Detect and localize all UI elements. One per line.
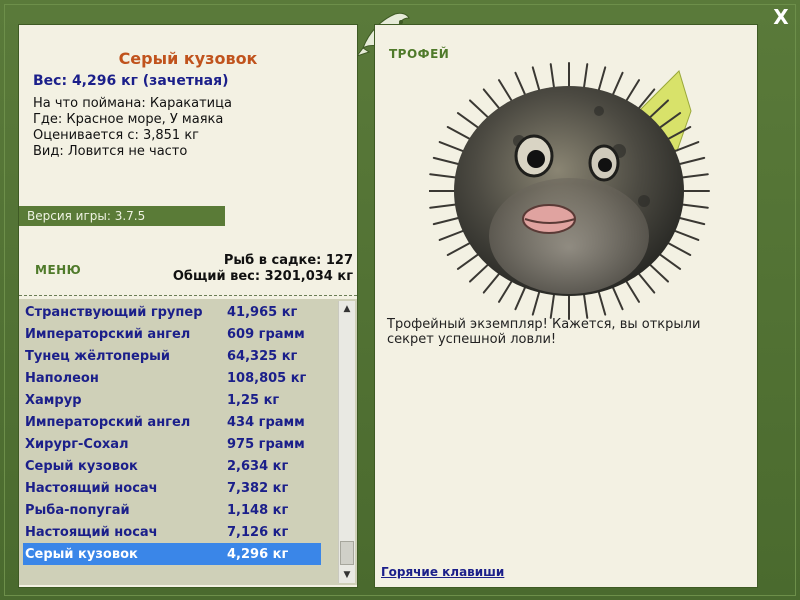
fish-valued-from: Оценивается с: 3,851 кг <box>33 128 200 143</box>
list-scrollbar[interactable]: ▲ ▼ <box>338 301 355 583</box>
close-button[interactable]: X <box>770 6 792 28</box>
divider <box>19 295 357 296</box>
catch-list-item[interactable]: Тунец жёлтоперый 64,325 кг <box>23 345 321 367</box>
catch-item-name: Рыба-попугай <box>25 502 130 518</box>
total-weight: Общий вес: 3201,034 кг <box>172 269 353 284</box>
catch-item-name: Императорский ангел <box>25 326 191 342</box>
menu-button[interactable]: МЕНЮ <box>35 263 81 277</box>
catch-list: Странствующий групер 41,965 кг Императорск… <box>23 301 321 565</box>
catch-list-item[interactable]: Императорский ангел 434 грамм <box>23 411 321 433</box>
catch-item-name: Наполеон <box>25 370 99 386</box>
catch-list-item[interactable]: Настоящий носач 7,382 кг <box>23 477 321 499</box>
catch-list-item[interactable]: Настоящий носач 7,126 кг <box>23 521 321 543</box>
fish-location: Где: Красное море, У маяка <box>33 112 224 127</box>
catch-item-weight: 1,148 кг <box>227 502 289 518</box>
fish-title: Серый кузовок <box>118 49 258 68</box>
catch-item-weight: 4,296 кг <box>227 546 289 562</box>
catch-item-name: Странствующий групер <box>25 304 203 320</box>
fish-weight: Вес: 4,296 кг (зачетная) <box>33 73 229 89</box>
catch-item-name: Императорский ангел <box>25 414 191 430</box>
chevron-up-icon: ▲ <box>343 304 351 314</box>
catch-list-item[interactable]: Рыба-попугай 1,148 кг <box>23 499 321 521</box>
catch-item-weight: 609 грамм <box>227 326 305 342</box>
right-panel: ТРОФЕЙ Трофейный экземпляр! Кажется, вы … <box>374 24 758 588</box>
catch-item-name: Серый кузовок <box>25 546 138 562</box>
hotkeys-link[interactable]: Горячие клавиши <box>381 565 504 579</box>
version-bar: Версия игры: 3.7.5 <box>19 206 225 226</box>
catch-item-name: Серый кузовок <box>25 458 138 474</box>
catch-list-item[interactable]: Серый кузовок 4,296 кг <box>23 543 321 565</box>
trophy-text: Трофейный экземпляр! Кажется, вы открыли… <box>387 317 701 347</box>
catch-item-weight: 41,965 кг <box>227 304 298 320</box>
scroll-up-button[interactable]: ▲ <box>339 301 355 317</box>
catch-item-name: Хирург-Сохал <box>25 436 129 452</box>
catch-item-name: Тунец жёлтоперый <box>25 348 171 364</box>
catch-list-area: Странствующий групер 41,965 кг Императорск… <box>19 299 357 585</box>
pufferfish-image <box>429 62 710 320</box>
catch-list-item[interactable]: Хамрур 1,25 кг <box>23 389 321 411</box>
catch-list-item[interactable]: Странствующий групер 41,965 кг <box>23 301 321 323</box>
catch-item-name: Хамрур <box>25 392 82 408</box>
catch-item-weight: 7,126 кг <box>227 524 289 540</box>
catch-list-item[interactable]: Наполеон 108,805 кг <box>23 367 321 389</box>
catch-stats: Рыб в садке: 127 Общий вес: 3201,034 кг <box>173 253 353 285</box>
window-frame: X Серый кузовок Вес: 4,296 кг (зачетная)… <box>0 0 800 600</box>
catch-item-weight: 975 грамм <box>227 436 305 452</box>
catch-item-weight: 108,805 кг <box>227 370 307 386</box>
catch-item-weight: 7,382 кг <box>227 480 289 496</box>
catch-list-item[interactable]: Серый кузовок 2,634 кг <box>23 455 321 477</box>
catch-item-weight: 2,634 кг <box>227 458 289 474</box>
scroll-down-button[interactable]: ▼ <box>339 567 355 583</box>
catch-item-weight: 1,25 кг <box>227 392 280 408</box>
fish-caught-on: На что поймана: Каракатица <box>33 96 232 111</box>
catch-item-weight: 434 грамм <box>227 414 305 430</box>
chevron-down-icon: ▼ <box>343 570 351 580</box>
fish-rarity: Вид: Ловится не часто <box>33 144 188 159</box>
fish-count: Рыб в садке: 127 <box>223 253 353 268</box>
left-panel: Серый кузовок Вес: 4,296 кг (зачетная) Н… <box>18 24 358 588</box>
catch-item-name: Настоящий носач <box>25 524 158 540</box>
catch-list-item[interactable]: Императорский ангел 609 грамм <box>23 323 321 345</box>
close-icon: X <box>773 5 789 29</box>
catch-item-weight: 64,325 кг <box>227 348 298 364</box>
catch-item-name: Настоящий носач <box>25 480 158 496</box>
catch-list-item[interactable]: Хирург-Сохал 975 грамм <box>23 433 321 455</box>
scroll-thumb[interactable] <box>340 541 354 565</box>
